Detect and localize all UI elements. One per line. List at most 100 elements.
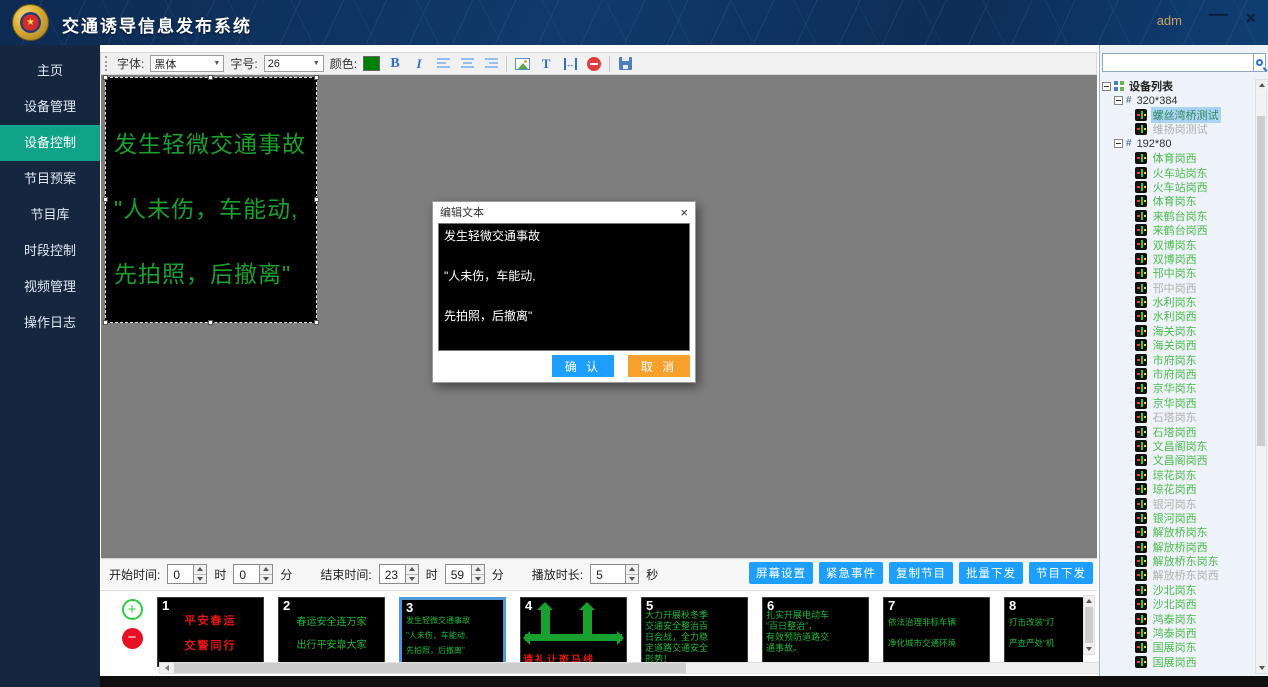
- spin-up-icon[interactable]: [406, 565, 418, 574]
- resize-handle[interactable]: [208, 75, 213, 80]
- dialog-close-icon[interactable]: ×: [680, 205, 688, 220]
- start-minute-value[interactable]: 0: [234, 565, 259, 583]
- spin-up-icon[interactable]: [626, 565, 638, 574]
- insert-image-button[interactable]: [513, 55, 531, 73]
- playlist-thumb[interactable]: 2春运安全连万家出行平安靠大家: [278, 597, 385, 667]
- tree-device[interactable]: ·水利岗东: [1102, 295, 1254, 309]
- resize-handle[interactable]: [103, 320, 108, 325]
- close-button[interactable]: ×: [1245, 8, 1256, 29]
- toolbar-grip[interactable]: [105, 56, 109, 71]
- scroll-left-icon[interactable]: [160, 663, 172, 673]
- tree-device[interactable]: ·沙北岗西: [1102, 597, 1254, 611]
- spin-up-icon[interactable]: [194, 565, 206, 574]
- sidebar-item-4[interactable]: 节目库: [0, 197, 100, 233]
- spin-up-icon[interactable]: [472, 565, 484, 574]
- tree-device[interactable]: ·银河岗东: [1102, 496, 1254, 510]
- minimize-button[interactable]: —: [1209, 4, 1228, 26]
- tree-device[interactable]: ·文昌阁岗西: [1102, 453, 1254, 467]
- collapse-icon[interactable]: [1114, 96, 1123, 105]
- resize-handle[interactable]: [103, 197, 108, 202]
- collapse-icon[interactable]: [1102, 82, 1111, 91]
- scroll-up-icon[interactable]: [1256, 80, 1268, 90]
- action-button-1[interactable]: 紧急事件: [819, 562, 883, 584]
- tree-device[interactable]: ·解放桥东岗西: [1102, 568, 1254, 582]
- sidebar-item-1[interactable]: 设备管理: [0, 89, 100, 125]
- align-left-button[interactable]: [434, 55, 452, 73]
- tree-device[interactable]: ·京华岗东: [1102, 381, 1254, 395]
- tree-root[interactable]: 设备列表: [1102, 79, 1254, 93]
- tree-group-0[interactable]: #320*384: [1102, 93, 1254, 107]
- spin-down-icon[interactable]: [472, 574, 484, 584]
- sidebar-item-6[interactable]: 视频管理: [0, 269, 100, 305]
- playlist-thumb[interactable]: 8打击改装“灯严查严处“机: [1004, 597, 1083, 667]
- tree-device[interactable]: ·国展岗西: [1102, 655, 1254, 669]
- sidebar-item-5[interactable]: 时段控制: [0, 233, 100, 269]
- tree-device[interactable]: ·螺丝湾桥测试: [1102, 108, 1254, 122]
- tree-device[interactable]: ·琼花岗东: [1102, 468, 1254, 482]
- spin-down-icon[interactable]: [626, 574, 638, 584]
- resize-handle[interactable]: [314, 320, 319, 325]
- tree-group-1[interactable]: #192*80: [1102, 137, 1254, 151]
- tree-device[interactable]: ·石塔岗西: [1102, 424, 1254, 438]
- action-button-2[interactable]: 复制节目: [889, 562, 953, 584]
- font-size-select[interactable]: 26▼: [264, 55, 324, 72]
- action-button-3[interactable]: 批量下发: [959, 562, 1023, 584]
- action-button-0[interactable]: 屏幕设置: [749, 562, 813, 584]
- tree-device[interactable]: ·市府岗西: [1102, 367, 1254, 381]
- end-hour-value[interactable]: 23: [380, 565, 405, 583]
- font-select[interactable]: 黑体▼: [150, 55, 224, 72]
- spin-down-icon[interactable]: [194, 574, 206, 584]
- device-search-button[interactable]: [1254, 53, 1266, 72]
- playlist-thumb[interactable]: 1平安春运交警同行: [157, 597, 264, 667]
- scroll-up-icon[interactable]: [1084, 596, 1094, 606]
- color-swatch[interactable]: [363, 56, 380, 71]
- tree-device[interactable]: ·双博岗东: [1102, 237, 1254, 251]
- tree-device[interactable]: ·海关岗西: [1102, 338, 1254, 352]
- start-hour-stepper[interactable]: 0: [167, 564, 207, 584]
- sidebar-item-2[interactable]: 设备控制: [0, 125, 100, 161]
- led-preview-canvas[interactable]: 发生轻微交通事故 "人未伤，车能动, 先拍照，后撤离": [105, 77, 317, 323]
- tree-device[interactable]: ·来鹤台岗西: [1102, 223, 1254, 237]
- remove-program-button[interactable]: −: [122, 628, 143, 649]
- playlist-thumb[interactable]: 6扎实开展电动车“百日整治”，有效预防道路交通事故。: [762, 597, 869, 667]
- spin-down-icon[interactable]: [260, 574, 272, 584]
- resize-handle[interactable]: [314, 197, 319, 202]
- tree-device[interactable]: ·邗中岗东: [1102, 266, 1254, 280]
- scroll-thumb[interactable]: [1257, 116, 1265, 446]
- spin-up-icon[interactable]: [260, 565, 272, 574]
- insert-text-button[interactable]: T: [537, 55, 555, 73]
- tree-device[interactable]: ·鸿泰岗西: [1102, 626, 1254, 640]
- device-search-input[interactable]: [1102, 53, 1254, 72]
- tree-device[interactable]: ·解放桥东岗东: [1102, 554, 1254, 568]
- tree-device[interactable]: ·琼花岗西: [1102, 482, 1254, 496]
- tree-device[interactable]: ·沙北岗东: [1102, 583, 1254, 597]
- tree-device[interactable]: ·维扬岗测试: [1102, 122, 1254, 136]
- playlist-thumb[interactable]: 3发生轻微交通事故"人未伤，车能动,先拍照，后撤离": [399, 597, 506, 667]
- playlist-thumb[interactable]: 4请礼让斑马线: [520, 597, 627, 667]
- collapse-icon[interactable]: [1114, 139, 1123, 148]
- edit-textarea[interactable]: 发生轻微交通事故 "人未伤，车能动, 先拍照，后撤离": [438, 223, 690, 351]
- bold-button[interactable]: B: [386, 55, 404, 73]
- add-program-button[interactable]: +: [122, 599, 143, 620]
- align-center-button[interactable]: [458, 55, 476, 73]
- tree-device[interactable]: ·火车站岗东: [1102, 165, 1254, 179]
- tree-device[interactable]: ·体育岗西: [1102, 151, 1254, 165]
- fit-width-button[interactable]: ↔: [561, 55, 579, 73]
- tree-device[interactable]: ·体育岗东: [1102, 194, 1254, 208]
- tree-device[interactable]: ·火车站岗西: [1102, 180, 1254, 194]
- tree-device[interactable]: ·文昌阁岗东: [1102, 439, 1254, 453]
- scroll-down-icon[interactable]: [1256, 663, 1268, 673]
- end-minute-stepper[interactable]: 59: [445, 564, 485, 584]
- duration-stepper[interactable]: 5: [590, 564, 639, 584]
- tree-device[interactable]: ·国展岗东: [1102, 640, 1254, 654]
- playlist-thumb[interactable]: 7依法治理非标车辆净化城市交通环境: [883, 597, 990, 667]
- delete-button[interactable]: [585, 55, 603, 73]
- resize-handle[interactable]: [103, 75, 108, 80]
- tree-device[interactable]: ·京华岗西: [1102, 396, 1254, 410]
- start-minute-stepper[interactable]: 0: [233, 564, 273, 584]
- tree-device[interactable]: ·水利岗西: [1102, 309, 1254, 323]
- scroll-thumb[interactable]: [174, 663, 686, 673]
- playlist-thumb[interactable]: 5大力开展秋冬季交通安全整治百日会战，全力稳定道路交通安全形势！: [641, 597, 748, 667]
- playlist-horizontal-scrollbar[interactable]: [159, 662, 1169, 674]
- tree-device[interactable]: ·邗中岗西: [1102, 280, 1254, 294]
